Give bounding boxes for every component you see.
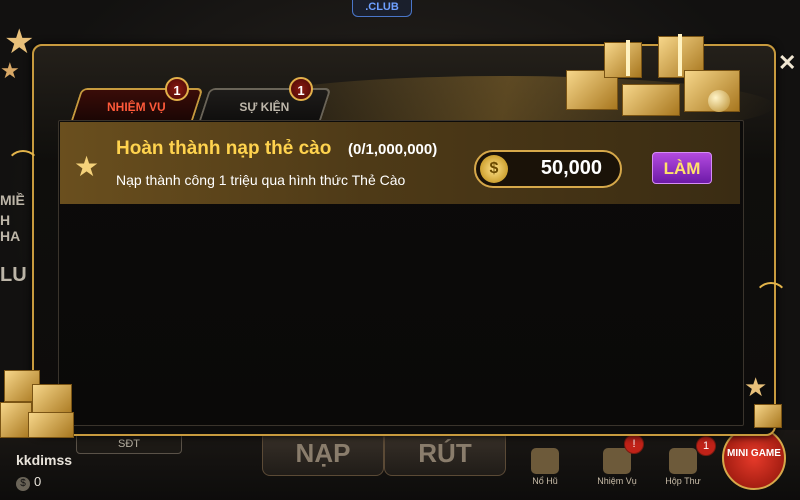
side-text-3: LU xyxy=(0,264,27,286)
reward-amount: 50,000 xyxy=(540,157,602,179)
gift-box-decoration xyxy=(28,412,74,438)
balance-coin-icon: $ xyxy=(16,477,30,491)
nav-slot-label: Nổ Hũ xyxy=(532,476,558,486)
deposit-button[interactable]: NẠP xyxy=(262,430,384,476)
balance-value: 0 xyxy=(34,474,42,489)
mission-reward: $ 50,000 xyxy=(474,150,622,188)
side-text-2: H HA xyxy=(0,212,21,244)
mission-title: Hoàn thành nạp thẻ cào xyxy=(116,138,332,159)
mail-icon xyxy=(669,448,697,474)
nav-missions-badge: ! xyxy=(624,434,644,454)
coin-icon: $ xyxy=(480,155,508,183)
tab-events-badge: 1 xyxy=(289,77,313,101)
tab-missions-badge: 1 xyxy=(165,77,189,101)
balance: $0 xyxy=(16,474,41,491)
gift-box-decoration xyxy=(754,404,782,428)
phone-label: SĐT xyxy=(118,438,140,450)
side-text-1: MIỀ xyxy=(0,192,25,208)
star-decoration-icon: ★ xyxy=(744,372,768,402)
mission-description: Nạp thành công 1 triệu qua hình thức Thẻ… xyxy=(116,172,406,188)
background-side-text: MIỀ H HA LU xyxy=(0,100,34,287)
ribbon-decoration xyxy=(626,40,630,76)
gold-ball-decoration xyxy=(708,90,730,112)
slot-machine-icon xyxy=(531,448,559,474)
gift-box-decoration xyxy=(622,84,680,116)
star-decoration-icon: ★ xyxy=(4,23,35,61)
mission-row xyxy=(60,122,740,204)
gift-box-decoration xyxy=(604,42,642,78)
star-decoration-icon: ★ xyxy=(0,58,20,83)
username: kkdimss xyxy=(16,452,73,468)
confetti-decoration xyxy=(754,282,788,316)
do-mission-button[interactable]: LÀM xyxy=(652,152,712,184)
close-icon[interactable]: ✕ xyxy=(778,50,796,76)
confetti-decoration xyxy=(6,150,40,184)
star-icon: ★ xyxy=(74,151,100,182)
withdraw-button[interactable]: RÚT xyxy=(384,430,506,476)
club-logo-tag: .CLUB xyxy=(352,0,412,17)
ribbon-decoration xyxy=(678,34,682,76)
mission-progress: (0/1,000,000) xyxy=(348,141,438,158)
nav-mailbox-label: Hộp Thư xyxy=(665,476,701,486)
nav-missions-label: Nhiệm Vụ xyxy=(597,476,637,486)
gift-icon xyxy=(603,448,631,474)
nav-mailbox-badge: 1 xyxy=(696,436,716,456)
nav-slot[interactable]: Nổ Hũ xyxy=(518,448,572,486)
